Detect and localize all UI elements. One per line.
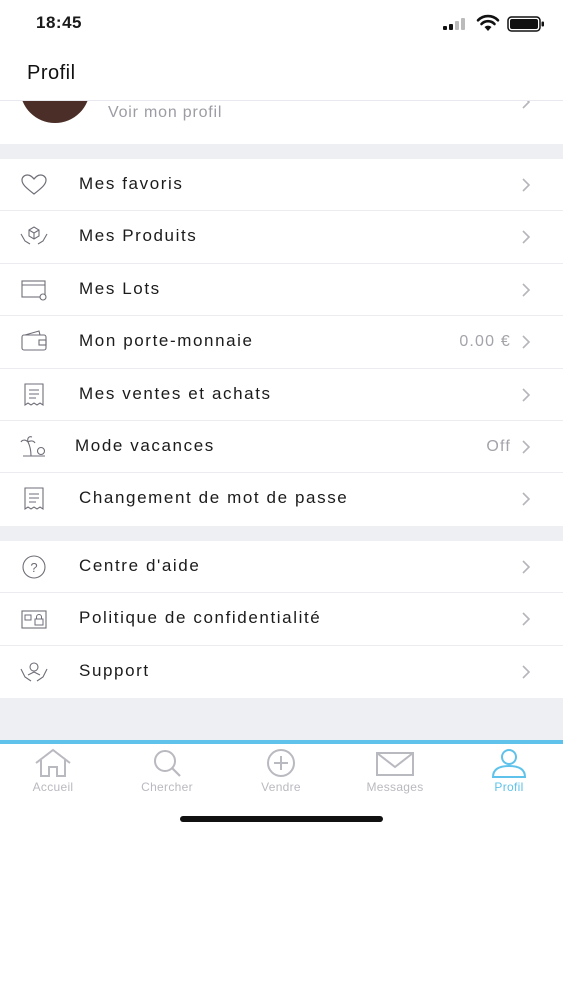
- chevron-right-icon: [522, 283, 531, 297]
- profile-row[interactable]: Voir mon profil: [0, 100, 563, 144]
- menu-label: Mes ventes et achats: [79, 383, 272, 403]
- bottom-spacer: [0, 698, 563, 740]
- hands-box-icon: [20, 226, 48, 245]
- help-menu: ? Centre d'aide Politique de confidentia…: [0, 541, 563, 699]
- chevron-right-icon: [522, 665, 531, 679]
- chevron-right-icon: [522, 560, 531, 574]
- menu-label: Mode vacances: [75, 435, 215, 455]
- avatar: [20, 101, 90, 123]
- menu-label: Mes favoris: [79, 174, 184, 193]
- menu-label: Mes Lots: [79, 278, 161, 298]
- svg-text:?: ?: [30, 560, 37, 575]
- tab-accueil[interactable]: Accueil: [0, 746, 109, 802]
- help-circle-icon: ?: [22, 555, 46, 579]
- receipt-icon: [24, 487, 44, 511]
- tab-label: Profil: [494, 780, 524, 794]
- chevron-right-icon: [522, 387, 531, 402]
- battery-icon: [507, 16, 544, 32]
- support-hands-icon: [20, 662, 48, 682]
- menu-label: Changement de mot de passe: [79, 488, 349, 508]
- view-profile-link[interactable]: Voir mon profil: [108, 104, 222, 122]
- cellular-signal-icon: [443, 18, 469, 30]
- home-indicator: [180, 816, 383, 822]
- user-icon: [491, 749, 527, 778]
- wallet-balance: 0.00 €: [459, 333, 511, 351]
- receipt-icon: [24, 383, 44, 406]
- menu-item-ventes-achats[interactable]: Mes ventes et achats: [0, 369, 563, 421]
- palm-tree-icon: [20, 436, 46, 457]
- menu-item-porte-monnaie[interactable]: Mon porte-monnaie 0.00 €: [0, 316, 563, 369]
- menu-label: Support: [79, 660, 150, 680]
- menu-item-support[interactable]: Support: [0, 646, 563, 698]
- account-menu: Mes favoris Mes Produits Mes Lots Mon po…: [0, 159, 563, 526]
- vacation-mode-status: Off: [486, 437, 511, 455]
- menu-item-mot-de-passe[interactable]: Changement de mot de passe: [0, 473, 563, 525]
- wallet-icon: [21, 330, 47, 351]
- header: Profil: [0, 48, 563, 100]
- tab-profil[interactable]: Profil: [453, 746, 563, 802]
- menu-item-vacances[interactable]: Mode vacances Off: [0, 421, 563, 474]
- box-icon: [21, 280, 47, 301]
- chevron-right-icon: [522, 612, 531, 626]
- menu-item-confidentialite[interactable]: Politique de confidentialité: [0, 593, 563, 646]
- tab-label: Chercher: [141, 780, 193, 794]
- tab-label: Vendre: [261, 780, 301, 794]
- tab-label: Accueil: [32, 780, 74, 794]
- section-separator: [0, 526, 563, 541]
- status-time: 18:45: [36, 13, 82, 32]
- status-bar: 18:45: [0, 0, 563, 48]
- tab-vendre[interactable]: Vendre: [225, 746, 337, 802]
- menu-item-favoris[interactable]: Mes favoris: [0, 159, 563, 212]
- tab-bar: Accueil Chercher Vendre Messages Profil: [0, 740, 563, 800]
- menu-label: Mes Produits: [79, 226, 198, 246]
- envelope-icon: [376, 752, 414, 776]
- tab-messages[interactable]: Messages: [339, 746, 451, 802]
- tab-label: Messages: [366, 780, 424, 794]
- chevron-right-icon: [522, 440, 531, 454]
- home-icon: [35, 748, 71, 777]
- tab-chercher[interactable]: Chercher: [111, 746, 223, 802]
- page-title: Profil: [27, 62, 76, 84]
- lock-id-card-icon: [21, 610, 47, 629]
- chevron-right-icon: [522, 335, 531, 349]
- chevron-right-icon: [522, 101, 531, 109]
- menu-label: Mon porte-monnaie: [79, 331, 254, 351]
- menu-item-aide[interactable]: ? Centre d'aide: [0, 541, 563, 594]
- heart-icon: [21, 174, 47, 195]
- chevron-right-icon: [522, 492, 531, 506]
- menu-item-lots[interactable]: Mes Lots: [0, 264, 563, 317]
- wifi-icon: [476, 14, 500, 31]
- chevron-right-icon: [522, 178, 531, 192]
- menu-label: Politique de confidentialité: [79, 608, 322, 628]
- plus-circle-icon: [267, 749, 295, 777]
- chevron-right-icon: [522, 230, 531, 244]
- menu-item-produits[interactable]: Mes Produits: [0, 211, 563, 264]
- section-separator: [0, 144, 563, 159]
- menu-label: Centre d'aide: [79, 556, 201, 575]
- search-icon: [154, 750, 181, 777]
